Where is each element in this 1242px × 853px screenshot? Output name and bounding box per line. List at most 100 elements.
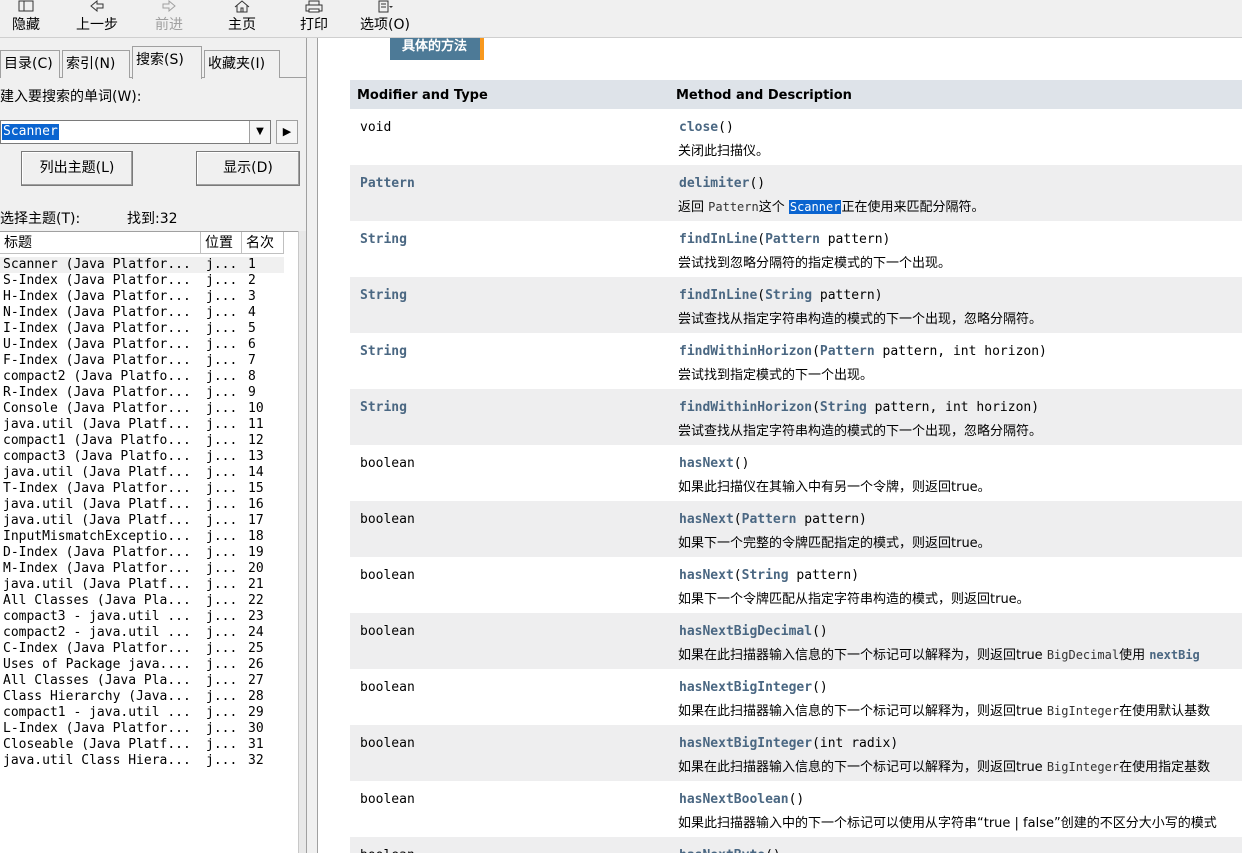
tab-contents[interactable]: 目录(C) bbox=[0, 50, 60, 78]
result-row[interactable]: T-Index (Java Platfor... j... 15 bbox=[0, 481, 298, 497]
method-name-link[interactable]: findInLine bbox=[679, 232, 757, 247]
method-return-type[interactable]: String bbox=[360, 344, 407, 359]
print-button[interactable]: 打印 bbox=[296, 0, 332, 38]
column-header-rank[interactable]: 名次 bbox=[242, 232, 284, 254]
result-row[interactable]: Uses of Package java.... j... 26 bbox=[0, 657, 298, 673]
param-type-link[interactable]: Pattern bbox=[742, 512, 797, 527]
method-name-link[interactable]: hasNextBigInteger bbox=[679, 736, 812, 751]
method-name-link[interactable]: close bbox=[679, 120, 718, 135]
method-name-link[interactable]: findInLine bbox=[679, 288, 757, 303]
results-scrollbar[interactable] bbox=[298, 231, 306, 853]
result-row[interactable]: F-Index (Java Platfor... j... 7 bbox=[0, 353, 298, 369]
result-row[interactable]: C-Index (Java Platfor... j... 25 bbox=[0, 641, 298, 657]
hide-button[interactable]: 隐藏 bbox=[8, 0, 44, 38]
result-row[interactable]: compact3 - java.util ... j... 23 bbox=[0, 609, 298, 625]
result-row[interactable]: java.util (Java Platf... j... 11 bbox=[0, 417, 298, 433]
result-row[interactable]: S-Index (Java Platfor... j... 2 bbox=[0, 273, 298, 289]
method-return-type: boolean bbox=[360, 512, 415, 527]
tab-search[interactable]: 搜索(S) bbox=[132, 46, 202, 79]
method-name-link[interactable]: findWithinHorizon bbox=[679, 344, 812, 359]
tab-favorites[interactable]: 收藏夹(I) bbox=[204, 50, 280, 78]
result-rank: 20 bbox=[248, 561, 264, 576]
result-row[interactable]: compact2 - java.util ... j... 24 bbox=[0, 625, 298, 641]
result-title: Class Hierarchy (Java... bbox=[3, 689, 191, 704]
result-row[interactable]: compact3 (Java Platfo... j... 13 bbox=[0, 449, 298, 465]
result-row[interactable]: I-Index (Java Platfor... j... 5 bbox=[0, 321, 298, 337]
search-keyword-combobox[interactable]: Scanner ▼ bbox=[0, 120, 271, 144]
result-title: All Classes (Java Pla... bbox=[3, 593, 191, 608]
results-list[interactable]: 标题 位置 名次 Scanner (Java Platfor... j... 1 S-… bbox=[0, 231, 298, 853]
param-type-link[interactable]: String bbox=[742, 568, 789, 583]
method-return-type: boolean bbox=[360, 736, 415, 751]
result-row[interactable]: R-Index (Java Platfor... j... 9 bbox=[0, 385, 298, 401]
tab-index[interactable]: 索引(N) bbox=[62, 50, 130, 78]
result-row[interactable]: Scanner (Java Platfor... j... 1 bbox=[0, 257, 284, 273]
result-location: j... bbox=[206, 545, 238, 560]
param-type-link[interactable]: Pattern bbox=[820, 344, 875, 359]
result-row[interactable]: java.util Class Hiera... j... 32 bbox=[0, 753, 298, 769]
result-row[interactable]: java.util (Java Platf... j... 14 bbox=[0, 465, 298, 481]
method-link[interactable]: nextBig bbox=[1149, 648, 1200, 662]
method-return-type[interactable]: Pattern bbox=[360, 176, 415, 191]
param-type-link[interactable]: Pattern bbox=[765, 232, 820, 247]
result-row[interactable]: java.util (Java Platf... j... 21 bbox=[0, 577, 298, 593]
method-name-link[interactable]: hasNextBigInteger bbox=[679, 680, 812, 695]
result-row[interactable]: All Classes (Java Pla... j... 27 bbox=[0, 673, 298, 689]
param-type-link[interactable]: String bbox=[765, 288, 812, 303]
method-description: 尝试找到忽略分隔符的指定模式的下一个出现。 bbox=[678, 256, 952, 271]
result-row[interactable]: java.util (Java Platf... j... 16 bbox=[0, 497, 298, 513]
display-button[interactable]: 显示(D) bbox=[196, 151, 300, 186]
result-row[interactable]: M-Index (Java Platfor... j... 20 bbox=[0, 561, 298, 577]
search-go-button[interactable]: ▶ bbox=[276, 120, 298, 144]
method-description: 尝试查找从指定字符串构造的模式的下一个出现，忽略分隔符。 bbox=[678, 312, 1043, 327]
method-return-type[interactable]: String bbox=[360, 288, 407, 303]
result-row[interactable]: L-Index (Java Platfor... j... 30 bbox=[0, 721, 298, 737]
method-description: 如果此扫描仪在其输入中有另一个令牌，则返回true。 bbox=[678, 480, 991, 495]
method-name-link[interactable]: findWithinHorizon bbox=[679, 400, 812, 415]
result-row[interactable]: Console (Java Platfor... j... 10 bbox=[0, 401, 298, 417]
result-row[interactable]: InputMismatchExceptio... j... 18 bbox=[0, 529, 298, 545]
result-location: j... bbox=[206, 561, 238, 576]
method-summary-table: Modifier and Type Method and Description… bbox=[350, 80, 1242, 853]
method-name-link[interactable]: hasNext bbox=[679, 456, 734, 471]
method-params: () bbox=[812, 624, 828, 639]
result-rank: 11 bbox=[248, 417, 264, 432]
toolbar: 隐藏 上一步 前进 主页 打印 选项(O) bbox=[0, 0, 1242, 38]
dropdown-arrow-icon[interactable]: ▼ bbox=[249, 121, 270, 143]
result-row[interactable]: compact1 (Java Platfo... j... 12 bbox=[0, 433, 298, 449]
forward-button[interactable]: 前进 bbox=[150, 0, 188, 38]
method-name-link[interactable]: delimiter bbox=[679, 176, 749, 191]
method-params-open: ( bbox=[733, 568, 742, 583]
search-highlight: Scanner bbox=[788, 200, 842, 214]
result-row[interactable]: Closeable (Java Platf... j... 31 bbox=[0, 737, 298, 753]
result-row[interactable]: java.util (Java Platf... j... 17 bbox=[0, 513, 298, 529]
method-row: boolean hasNext(Pattern pattern) 如果下一个完整的令… bbox=[350, 501, 1242, 557]
result-row[interactable]: compact1 - java.util ... j... 29 bbox=[0, 705, 298, 721]
result-row[interactable]: All Classes (Java Pla... j... 22 bbox=[0, 593, 298, 609]
method-name-link[interactable]: hasNextBoolean bbox=[679, 792, 789, 807]
result-row[interactable]: H-Index (Java Platfor... j... 3 bbox=[0, 289, 298, 305]
result-row[interactable]: D-Index (Java Platfor... j... 19 bbox=[0, 545, 298, 561]
method-name-link[interactable]: hasNext bbox=[679, 512, 734, 527]
method-row: boolean hasNextByte() bbox=[350, 837, 1242, 853]
result-location: j... bbox=[206, 721, 238, 736]
back-button[interactable]: 上一步 bbox=[72, 0, 122, 38]
param-type-link[interactable]: String bbox=[820, 400, 867, 415]
result-row[interactable]: N-Index (Java Platfor... j... 4 bbox=[0, 305, 298, 321]
column-header-location[interactable]: 位置 bbox=[201, 232, 242, 254]
result-row[interactable]: U-Index (Java Platfor... j... 6 bbox=[0, 337, 298, 353]
method-return-type[interactable]: String bbox=[360, 400, 407, 415]
result-row[interactable]: Class Hierarchy (Java... j... 28 bbox=[0, 689, 298, 705]
home-button[interactable]: 主页 bbox=[224, 0, 260, 38]
list-topics-button[interactable]: 列出主题(L) bbox=[21, 151, 133, 186]
method-return-type[interactable]: String bbox=[360, 232, 407, 247]
method-name-link[interactable]: hasNextBigDecimal bbox=[679, 624, 812, 639]
result-location: j... bbox=[206, 401, 238, 416]
method-name-link[interactable]: hasNextByte bbox=[679, 848, 765, 853]
method-params-rest: pattern) bbox=[812, 288, 883, 303]
pane-splitter[interactable] bbox=[306, 38, 318, 853]
result-row[interactable]: compact2 (Java Platfo... j... 8 bbox=[0, 369, 298, 385]
method-name-link[interactable]: hasNext bbox=[679, 568, 734, 583]
column-header-title[interactable]: 标题 bbox=[0, 232, 201, 254]
options-button[interactable]: 选项(O) bbox=[358, 0, 412, 38]
